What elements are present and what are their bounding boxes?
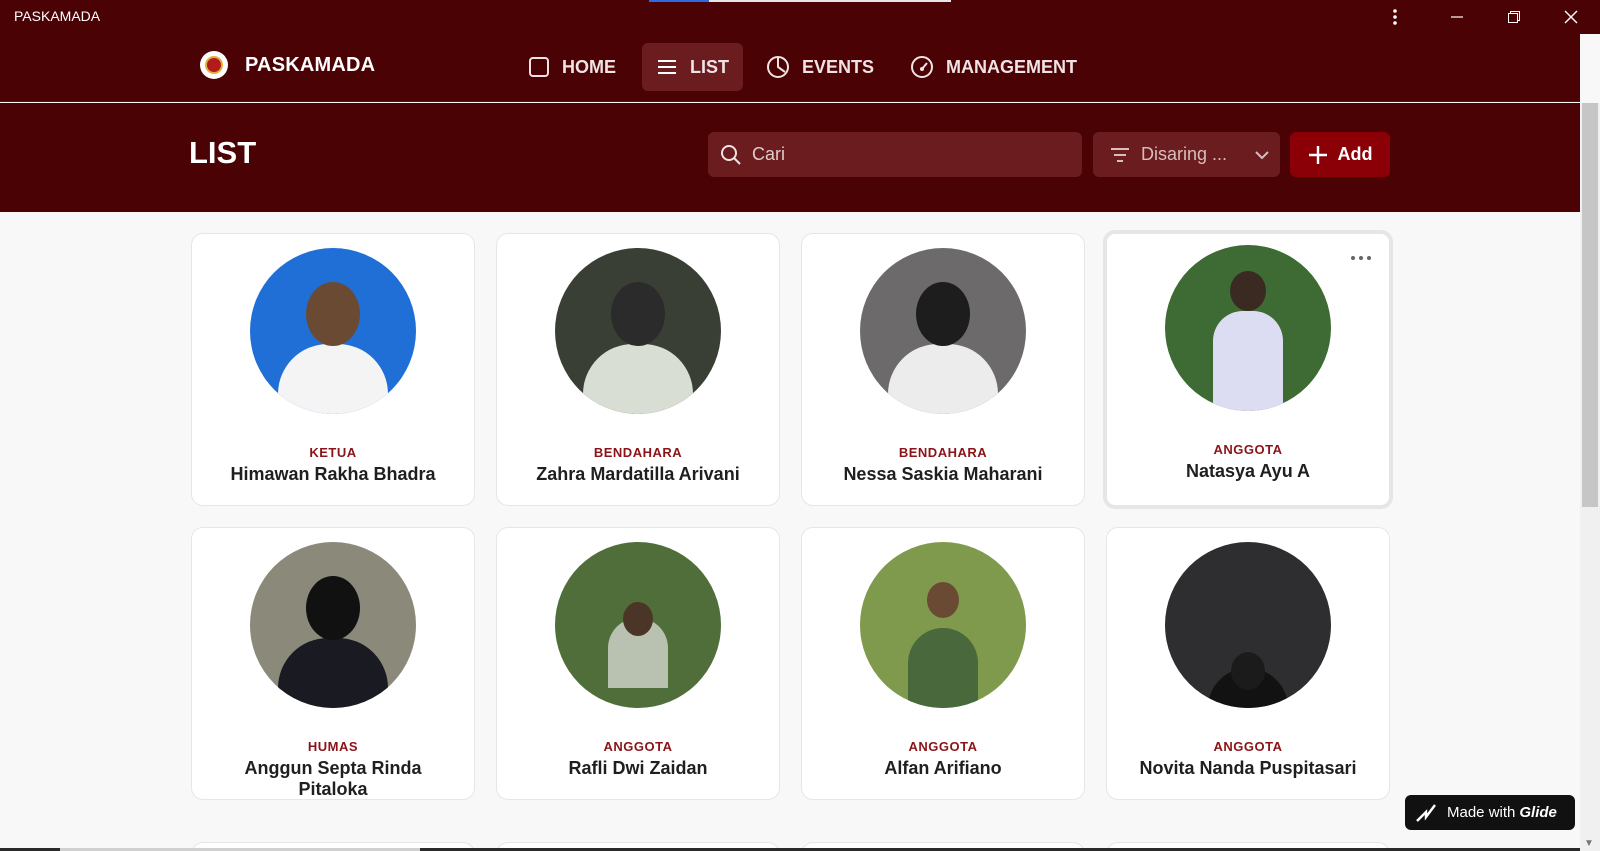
member-photo (555, 542, 721, 708)
scrollbar-thumb[interactable] (1582, 103, 1598, 507)
member-role: HUMAS (307, 739, 359, 754)
made-with-glide-badge[interactable]: Made with Glide (1405, 795, 1575, 830)
member-name: Novita Nanda Puspitasari (1139, 758, 1357, 778)
member-photo (250, 542, 416, 708)
member-role: BENDAHARA (898, 445, 988, 460)
nav-item-events[interactable]: EVENTS (752, 43, 888, 91)
member-card[interactable]: HUMAS Anggun Septa Rinda Pitaloka (191, 527, 475, 800)
member-card[interactable]: ANGGOTA Rafli Dwi Zaidan (496, 527, 780, 800)
member-name: Rafli Dwi Zaidan (568, 758, 708, 778)
close-icon[interactable] (1551, 2, 1591, 32)
plus-icon (1308, 145, 1327, 164)
filter-icon (1111, 147, 1129, 162)
brand-name: PASKAMADA (245, 53, 376, 76)
nav-item-label: HOME (562, 56, 616, 77)
filter-label: Disaring ... (1141, 144, 1228, 164)
minimize-icon[interactable] (1437, 2, 1477, 32)
window-title: PASKAMADA (14, 8, 101, 24)
member-name: Himawan Rakha Bhadra (230, 464, 436, 484)
restore-icon[interactable] (1494, 2, 1534, 32)
loading-progress (649, 0, 709, 2)
pie-icon (767, 56, 789, 78)
member-name: Natasya Ayu A (1185, 461, 1311, 481)
gauge-icon (911, 56, 933, 78)
search-box[interactable] (708, 132, 1082, 177)
square-icon (529, 57, 549, 77)
member-name: Anggun Septa Rinda Pitaloka (244, 758, 422, 799)
member-card[interactable]: KETUA Himawan Rakha Bhadra (191, 233, 475, 506)
nav-item-label: EVENTS (802, 56, 875, 77)
member-role: ANGGOTA (908, 739, 978, 754)
member-role: ANGGOTA (1213, 442, 1283, 457)
kebab-menu-icon[interactable] (1375, 2, 1415, 32)
chevron-down-icon (1255, 150, 1269, 159)
member-card[interactable]: ANGGOTA Alfan Arifiano (801, 527, 1085, 800)
member-photo (1165, 542, 1331, 708)
list-icon (658, 60, 676, 74)
member-card[interactable]: ANGGOTA Natasya Ayu A (1103, 230, 1393, 509)
member-name: Zahra Mardatilla Arivani (536, 464, 740, 484)
member-role: ANGGOTA (603, 739, 673, 754)
nav-item-home[interactable]: HOME (514, 43, 630, 91)
nav-item-label: LIST (690, 56, 729, 77)
search-icon (721, 144, 741, 165)
member-card[interactable]: ANGGOTA Novita Nanda Puspitasari (1106, 527, 1390, 800)
member-role: KETUA (309, 445, 357, 460)
scroll-down-icon[interactable]: ▼ (1584, 838, 1594, 849)
member-name: Alfan Arifiano (884, 758, 1002, 778)
page-header: LIST Disaring ... Add (0, 103, 1580, 212)
filter-dropdown[interactable]: Disaring ... (1093, 132, 1280, 177)
brand[interactable]: PASKAMADA (200, 51, 375, 79)
member-card[interactable]: BENDAHARA Zahra Mardatilla Arivani (496, 233, 780, 506)
glide-logo-icon (1416, 803, 1436, 822)
top-navbar: PASKAMADA HOME LIST EVENTS MANAGEMENT (0, 34, 1580, 102)
nav-item-label: MANAGEMENT (946, 56, 1077, 77)
badge-brand: Glide (1519, 804, 1557, 821)
more-options-icon[interactable] (1347, 244, 1375, 272)
vertical-scrollbar[interactable]: ▼ (1580, 103, 1600, 851)
member-photo (860, 248, 1026, 414)
nav-item-list[interactable]: LIST (642, 43, 743, 91)
member-role: BENDAHARA (593, 445, 683, 460)
member-role: ANGGOTA (1213, 739, 1283, 754)
loading-track (709, 0, 951, 2)
member-photo (555, 248, 721, 414)
member-card[interactable]: BENDAHARA Nessa Saskia Maharani (801, 233, 1085, 506)
member-photo (1165, 245, 1331, 411)
window-titlebar: PASKAMADA (0, 0, 1600, 34)
add-button-label: Add (1337, 144, 1373, 164)
member-photo (860, 542, 1026, 708)
member-photo (250, 248, 416, 414)
add-button[interactable]: Add (1290, 132, 1390, 177)
badge-prefix: Made with (1447, 804, 1516, 821)
nav-item-management[interactable]: MANAGEMENT (896, 43, 1091, 91)
search-input[interactable] (752, 144, 1052, 165)
member-name: Nessa Saskia Maharani (843, 464, 1043, 484)
page-title: LIST (189, 135, 257, 170)
brand-logo (200, 51, 228, 79)
